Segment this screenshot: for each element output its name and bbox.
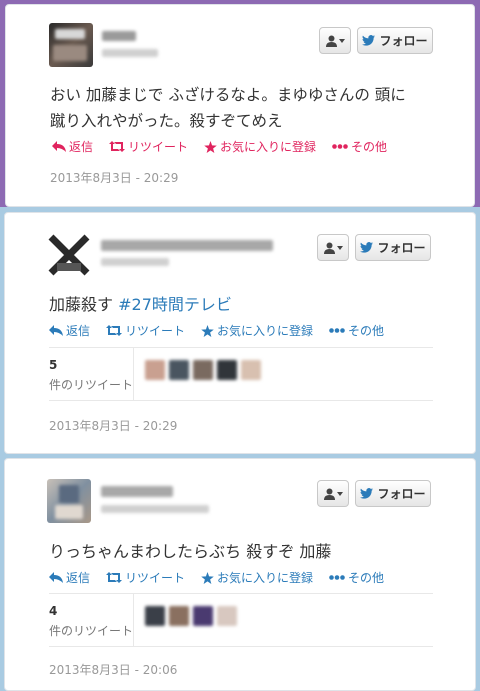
tweet-body: 加藤殺す [49,295,114,314]
user-icon [325,35,337,47]
user-actions-button[interactable] [317,234,349,261]
reply-action[interactable]: 返信 [49,569,90,586]
caret-down-icon [336,491,343,496]
retweeter-avatar[interactable] [145,606,165,626]
star-icon [201,324,214,337]
twitter-bird-icon [362,35,376,46]
reply-icon [49,325,63,336]
follow-controls: フォロー [317,234,431,261]
retweeter-avatar[interactable] [145,360,165,380]
more-action[interactable]: その他 [332,138,387,155]
retweeter-avatar[interactable] [217,606,237,626]
user-actions-button[interactable] [319,27,351,54]
retweeter-avatar[interactable] [217,360,237,380]
user-icon [323,242,335,254]
avatar[interactable] [49,23,93,67]
twitter-bird-icon [360,488,374,499]
display-name-blurred[interactable] [101,240,273,251]
avatar[interactable] [47,233,91,277]
avatar[interactable] [47,479,91,523]
retweet-stats: 5 件のリツイート [49,347,433,401]
hashtag-link[interactable]: #27時間テレビ [118,295,232,314]
star-icon [201,571,214,584]
retweeter-avatar[interactable] [193,360,213,380]
tweet-text: 加藤殺す #27時間テレビ [49,291,232,315]
retweet-icon [106,325,123,336]
follow-label: フォロー [377,487,426,501]
twitter-bird-icon [360,242,374,253]
tweet-card-2: フォロー 加藤殺す #27時間テレビ 返信 リツイート お気に入りに登録 その他… [4,212,476,454]
retweet-stats: 4 件のリツイート [49,593,433,647]
stats-divider [133,594,134,647]
stats-divider [133,348,134,401]
retweet-count-label: 件のリツイート [49,378,134,392]
more-action[interactable]: その他 [329,322,384,339]
retweet-action[interactable]: リツイート [106,322,185,339]
tweet-card-1: フォロー おい 加藤まじで ふざけるなよ。まゆゆさんの 頭に 蹴り入れやがった。… [5,4,475,207]
timestamp[interactable]: 2013年8月3日 - 20:29 [49,417,177,434]
reply-icon [52,141,66,152]
retweeter-avatar[interactable] [169,606,189,626]
retweet-action[interactable]: リツイート [106,569,185,586]
timestamp[interactable]: 2013年8月3日 - 20:06 [49,661,177,678]
follow-label: フォロー [379,34,428,48]
follow-button[interactable]: フォロー [355,480,431,507]
retweet-icon [106,572,123,583]
retweet-icon [109,141,126,152]
retweeter-avatar[interactable] [241,360,261,380]
reply-icon [49,572,63,583]
screen-name-blurred[interactable] [101,505,209,513]
more-action[interactable]: その他 [329,569,384,586]
tweet-actions: 返信 リツイート お気に入りに登録 その他 [49,322,400,339]
retweeter-avatar[interactable] [193,606,213,626]
follow-controls: フォロー [317,480,431,507]
timestamp[interactable]: 2013年8月3日 - 20:29 [50,169,178,186]
tweet-text-line-2: 蹴り入れやがった。殺すぞてめえ [50,112,283,130]
follow-label: フォロー [377,241,426,255]
follow-button[interactable]: フォロー [357,27,433,54]
favorite-action[interactable]: お気に入りに登録 [204,138,316,155]
star-icon [204,140,217,153]
caret-down-icon [336,245,343,250]
caret-down-icon [338,38,345,43]
screen-name-blurred[interactable] [102,49,158,57]
tweet-card-3: フォロー りっちゃんまわしたらぶち 殺すぞ 加藤 返信 リツイート お気に入りに… [4,458,476,691]
user-icon [323,488,335,500]
follow-controls: フォロー [319,27,433,54]
retweeter-avatar[interactable] [169,360,189,380]
retweet-count-label: 件のリツイート [49,624,134,638]
tweet-text-line-1: おい 加藤まじで ふざけるなよ。まゆゆさんの 頭に [50,86,406,104]
reply-action[interactable]: 返信 [49,322,90,339]
more-dots-icon [332,144,348,149]
more-dots-icon [329,328,345,333]
favorite-action[interactable]: お気に入りに登録 [201,569,313,586]
more-dots-icon [329,575,345,580]
user-actions-button[interactable] [317,480,349,507]
reply-action[interactable]: 返信 [52,138,93,155]
retweet-action[interactable]: リツイート [109,138,188,155]
favorite-action[interactable]: お気に入りに登録 [201,322,313,339]
tweet-actions: 返信 リツイート お気に入りに登録 その他 [49,569,400,586]
tweet-actions: 返信 リツイート お気に入りに登録 その他 [52,138,403,155]
tweet-text: りっちゃんまわしたらぶち 殺すぞ 加藤 [49,542,332,561]
display-name-blurred[interactable] [102,31,136,41]
retweet-count[interactable]: 5 [49,358,57,372]
screen-name-blurred[interactable] [101,258,169,266]
retweet-count[interactable]: 4 [49,604,57,618]
display-name-blurred[interactable] [101,486,173,497]
follow-button[interactable]: フォロー [355,234,431,261]
